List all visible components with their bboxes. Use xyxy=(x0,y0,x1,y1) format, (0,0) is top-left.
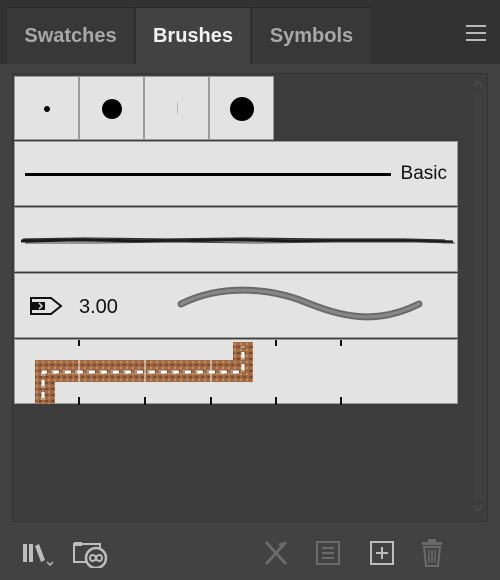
charcoal-stroke-preview xyxy=(20,237,456,244)
brush-row-width-profile[interactable]: 3.00 xyxy=(14,273,458,338)
vertical-scrollbar[interactable] xyxy=(470,76,486,518)
tab-swatches[interactable]: Swatches xyxy=(7,7,135,64)
hamburger-menu-icon[interactable] xyxy=(466,24,488,42)
medium-dot-icon xyxy=(102,99,122,119)
tab-brushes[interactable]: Brushes xyxy=(136,7,250,64)
basic-stroke-preview xyxy=(25,173,391,176)
options-of-selected-object-icon[interactable] xyxy=(314,538,342,568)
brush-row-basic[interactable]: Basic xyxy=(14,141,458,206)
tab-symbols-label: Symbols xyxy=(269,24,354,47)
remove-brush-stroke-icon[interactable] xyxy=(262,538,290,568)
delete-brush-icon[interactable] xyxy=(418,538,446,568)
new-brush-icon[interactable] xyxy=(368,538,396,568)
brushes-panel: Swatches Brushes Symbols Basic 3.00 xyxy=(0,0,500,580)
brush-row-pattern[interactable] xyxy=(14,339,458,405)
tiny-dash-icon xyxy=(177,103,178,113)
border-pattern-stroke-preview xyxy=(35,340,342,405)
brush-small-round-dab[interactable] xyxy=(14,76,79,140)
large-dot-icon xyxy=(230,97,254,121)
tab-brushes-label: Brushes xyxy=(152,24,234,47)
brush-row-charcoal[interactable] xyxy=(14,207,458,272)
width-profile-tag-icon xyxy=(30,297,63,315)
tab-symbols[interactable]: Symbols xyxy=(251,7,371,64)
libraries-panel-icon[interactable] xyxy=(72,538,110,568)
brush-medium-round-dab[interactable] xyxy=(79,76,144,140)
tab-swatches-label: Swatches xyxy=(24,24,117,47)
panel-tab-bar: Swatches Brushes Symbols xyxy=(0,0,500,64)
small-dot-icon xyxy=(44,106,50,112)
basic-brush-label: Basic xyxy=(400,163,447,184)
width-profile-value: 3.00 xyxy=(79,296,118,318)
tapered-wave-stroke-preview xyxy=(177,286,423,321)
brush-libraries-icon[interactable] xyxy=(22,538,58,568)
brush-tiny-dash-dab[interactable] xyxy=(144,76,209,140)
brush-large-round-dab[interactable] xyxy=(209,76,274,140)
